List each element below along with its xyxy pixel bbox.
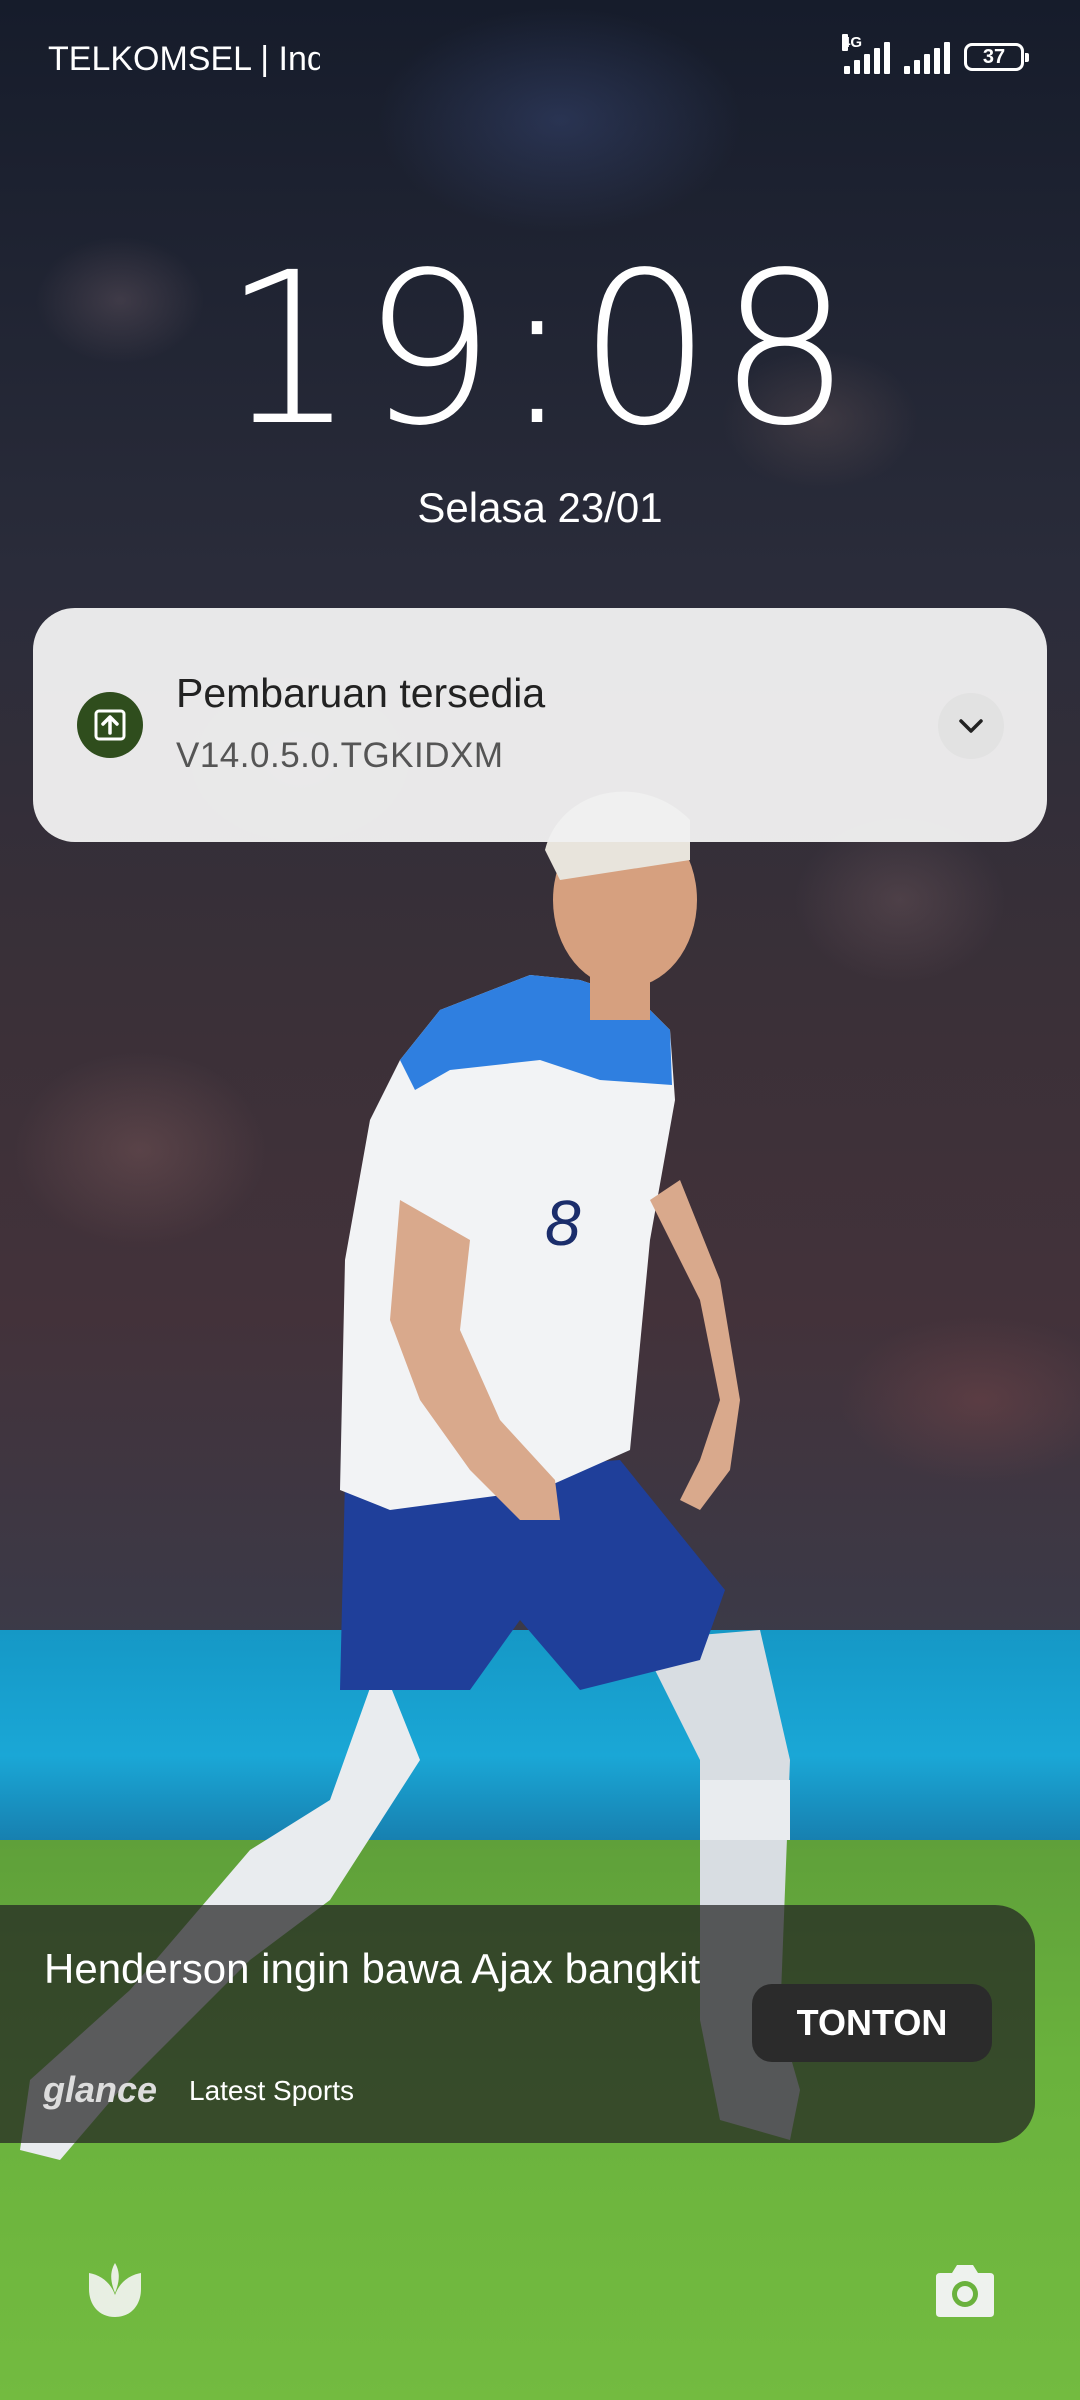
glance-category: Latest Sports — [189, 2075, 354, 2106]
glance-petal-icon[interactable] — [79, 2255, 151, 2327]
lockscreen-date: Selasa 23/01 — [417, 484, 663, 531]
signal-strength-icon-sim2 — [904, 40, 950, 74]
signal-strength-icon-sim1: 4G — [842, 34, 890, 74]
upload-arrow-icon — [77, 692, 143, 758]
lockscreen-clock: 19:08 — [222, 227, 858, 472]
watch-button[interactable]: TONTON — [752, 1984, 992, 2062]
glance-logo: glance — [43, 2069, 158, 2110]
update-notification[interactable]: Pembaruan tersedia V14.0.5.0.TGKIDXM — [33, 608, 1047, 842]
status-icons: 4G 37 — [842, 34, 1029, 74]
network-type-label: 4G — [842, 34, 863, 51]
notification-subtitle: V14.0.5.0.TGKIDXM — [176, 736, 504, 775]
expand-notification-button[interactable] — [938, 693, 1004, 759]
camera-icon[interactable] — [929, 2255, 1001, 2327]
glance-headline[interactable]: Henderson ingin bawa Ajax bangkit — [44, 1943, 704, 1995]
chevron-down-icon — [959, 719, 983, 733]
battery-level: 37 — [982, 45, 1006, 68]
glance-story-card[interactable]: Henderson ingin bawa Ajax bangkit glance… — [0, 1905, 1035, 2143]
svg-text:8: 8 — [545, 1187, 581, 1259]
carrier-name: TELKOMSEL | Indosat — [48, 40, 320, 78]
battery-icon: 37 — [964, 43, 1029, 71]
status-bar: TELKOMSEL | Indosat 4G 37 — [0, 34, 1080, 86]
notification-title: Pembaruan tersedia — [176, 670, 546, 716]
